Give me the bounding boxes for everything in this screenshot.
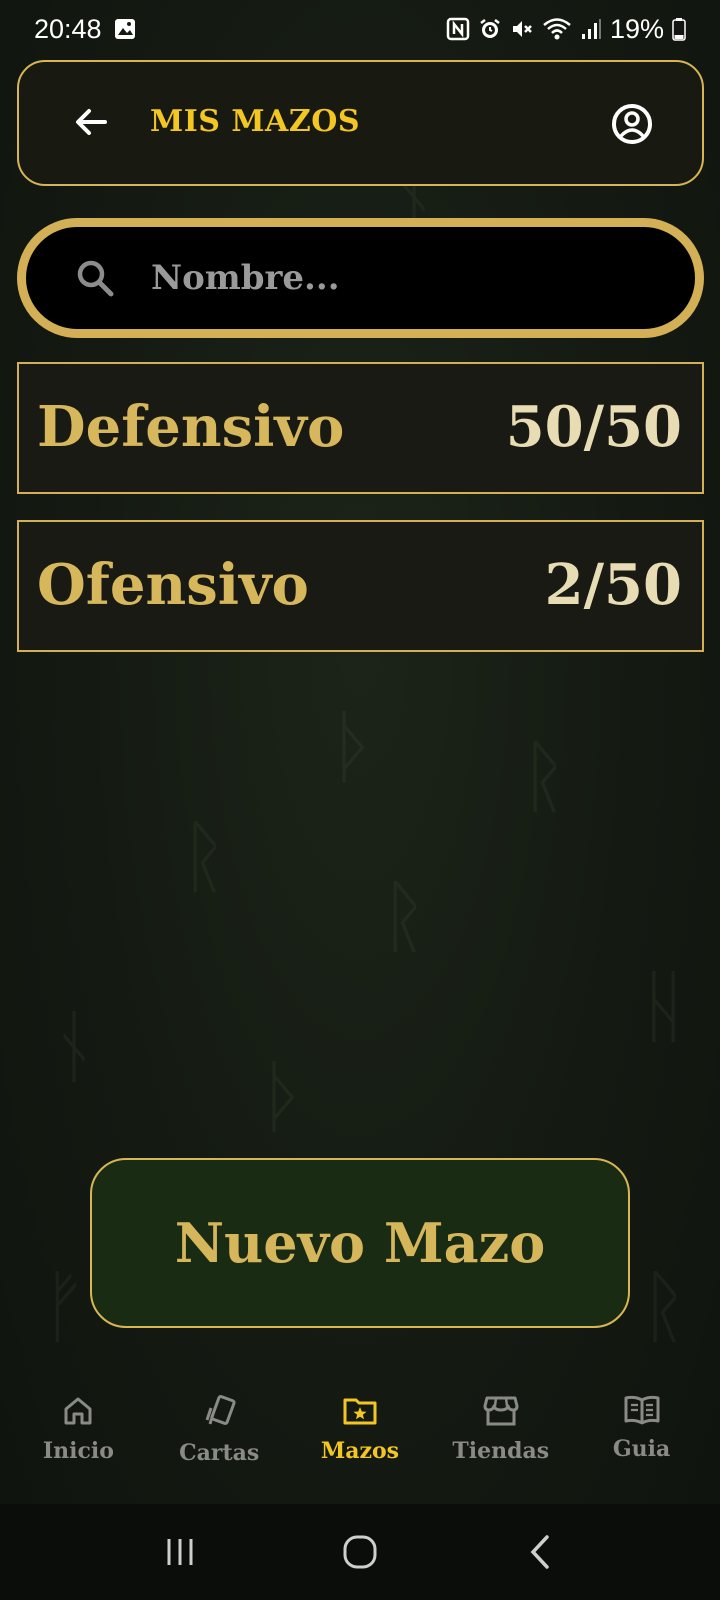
nav-label: Cartas (179, 1440, 260, 1466)
book-icon (624, 1395, 660, 1425)
new-deck-button[interactable]: Nuevo Mazo (90, 1158, 630, 1328)
deck-card-count: 50/50 (505, 394, 682, 460)
recents-button[interactable] (150, 1522, 210, 1582)
arrow-left-icon (76, 109, 107, 135)
nav-label: Guia (612, 1436, 671, 1462)
recents-icon (167, 1539, 193, 1565)
nav-label: Tiendas (452, 1438, 550, 1464)
nav-item-tiendas[interactable]: Tiendas (436, 1394, 566, 1464)
nav-item-guia[interactable]: Guia (577, 1394, 707, 1462)
top-app-bar: MIS MAZOS (17, 60, 704, 186)
system-navigation-bar (0, 1504, 720, 1600)
nav-label: Mazos (320, 1438, 400, 1464)
nfc-icon (446, 17, 470, 41)
system-back-button[interactable] (510, 1522, 570, 1582)
deck-name: Ofensivo (37, 552, 309, 618)
battery-percent: 19% (609, 13, 664, 44)
status-bar: 20:48 19% (0, 0, 720, 58)
deck-name: Defensivo (37, 394, 345, 460)
deck-item-defensivo[interactable]: Defensivo 50/50 (17, 362, 704, 494)
search-icon (74, 257, 116, 299)
battery-icon (672, 17, 686, 41)
cards-icon (205, 1395, 236, 1425)
wifi-icon (542, 17, 572, 41)
status-time: 20:48 (34, 13, 102, 44)
profile-button[interactable] (610, 102, 654, 146)
nav-item-mazos[interactable]: Mazos (295, 1394, 425, 1464)
back-chevron-icon (530, 1535, 549, 1569)
signal-icon (580, 17, 602, 41)
page-title: MIS MAZOS (150, 104, 361, 139)
folder-star-icon (343, 1398, 377, 1425)
search-input[interactable] (151, 249, 651, 307)
home-circle-icon (343, 1535, 377, 1569)
user-circle-icon (612, 104, 652, 144)
nav-item-cartas[interactable]: Cartas (154, 1394, 284, 1466)
nav-item-inicio[interactable]: Inicio (13, 1394, 143, 1464)
bottom-navigation: Inicio Cartas Mazos Tiendas Guia (0, 1378, 720, 1504)
search-bar (17, 218, 704, 338)
image-icon (114, 18, 136, 40)
mute-icon (510, 17, 534, 41)
alarm-icon (478, 17, 502, 41)
store-icon (483, 1396, 519, 1426)
nav-label: Inicio (42, 1438, 114, 1464)
deck-card-count: 2/50 (544, 552, 682, 618)
deck-item-ofensivo[interactable]: Ofensivo 2/50 (17, 520, 704, 652)
system-home-button[interactable] (330, 1522, 390, 1582)
back-button[interactable] (71, 102, 111, 142)
home-icon (64, 1397, 92, 1425)
